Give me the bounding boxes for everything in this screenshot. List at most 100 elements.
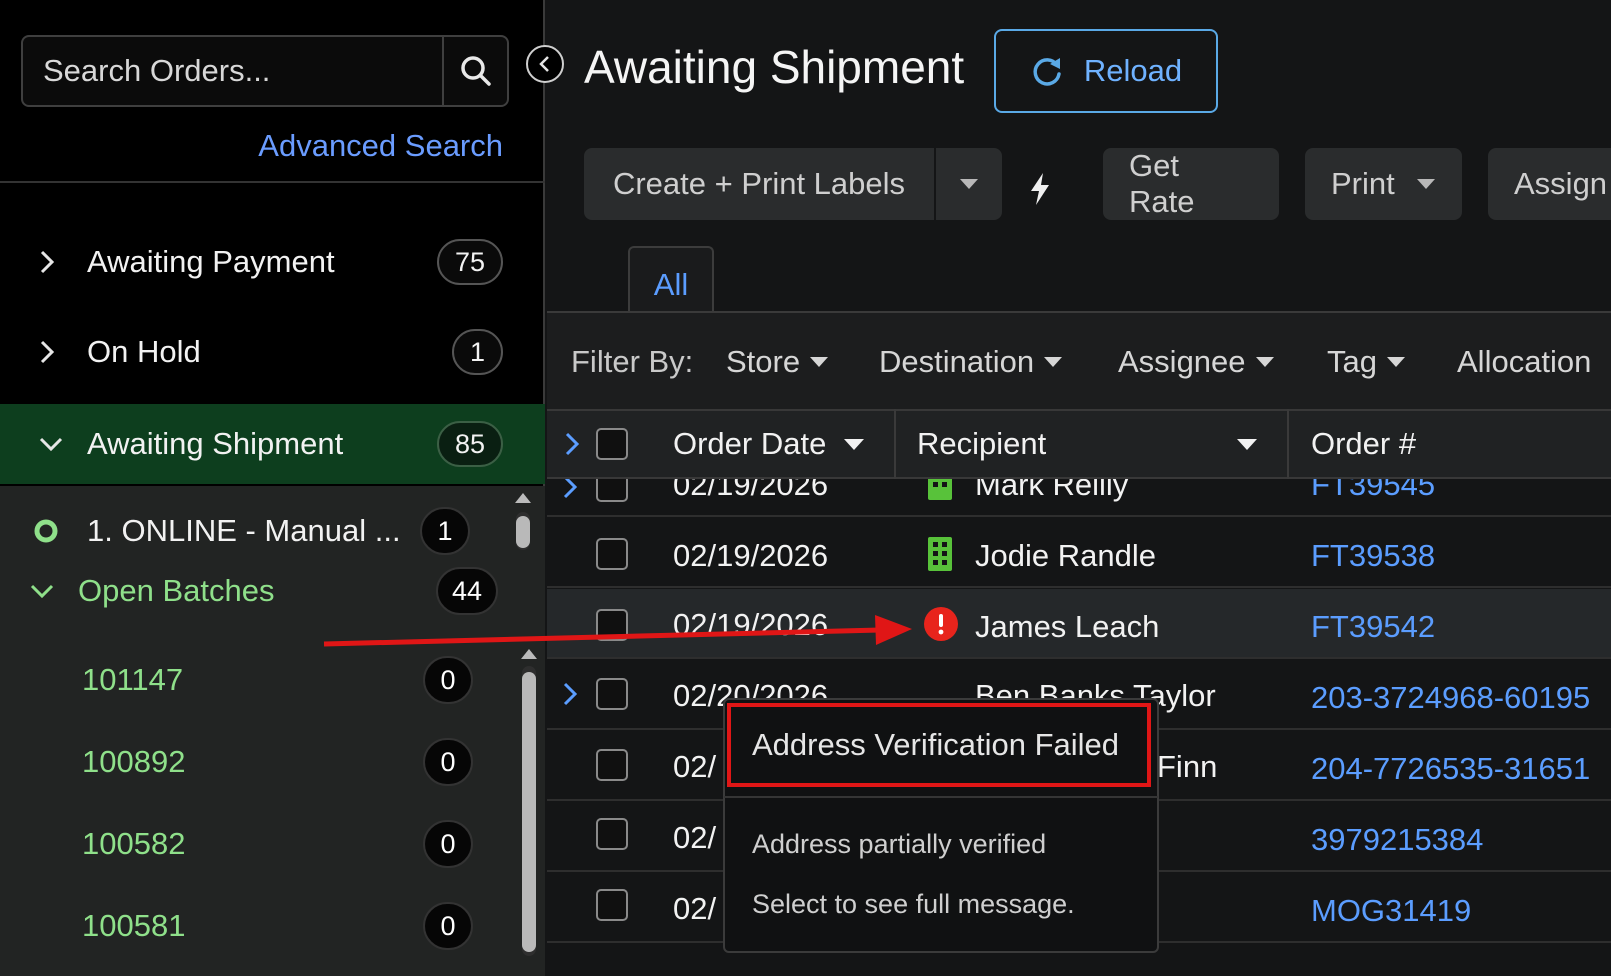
count-badge: 0 bbox=[423, 820, 473, 868]
filter-assignee[interactable]: Assignee bbox=[1118, 344, 1274, 380]
sidebar-item-label: Open Batches bbox=[78, 573, 275, 608]
collapse-sidebar-button[interactable] bbox=[526, 45, 564, 83]
chevron-down-icon bbox=[39, 437, 63, 452]
select-all-checkbox[interactable] bbox=[596, 428, 628, 460]
tooltip-divider bbox=[724, 796, 1158, 798]
reload-button[interactable]: Reload bbox=[994, 29, 1218, 113]
sidebar-item-label: 1. ONLINE - Manual ... bbox=[87, 513, 401, 548]
filter-store[interactable]: Store bbox=[726, 344, 829, 380]
sidebar-subitems: 1. ONLINE - Manual ... 1 Open Batches 44… bbox=[0, 486, 545, 976]
sidebar-item-online-manual[interactable]: 1. ONLINE - Manual ... 1 bbox=[0, 506, 520, 556]
building-icon bbox=[928, 479, 952, 500]
scrollbar-thumb[interactable] bbox=[516, 516, 530, 548]
order-date: 02/ bbox=[673, 749, 717, 784]
page-title: Awaiting Shipment bbox=[584, 41, 965, 93]
count-badge: 44 bbox=[436, 567, 499, 615]
filter-allocation[interactable]: Allocation bbox=[1457, 344, 1591, 380]
order-number-link[interactable]: 203-3724968-60195 bbox=[1311, 680, 1590, 716]
row-checkbox[interactable] bbox=[596, 609, 628, 641]
column-header-recipient[interactable]: Recipient bbox=[917, 409, 1257, 479]
row-checkbox[interactable] bbox=[596, 538, 628, 570]
recipient-name: Mark Reilly bbox=[975, 479, 1129, 502]
sidebar-item-awaiting-payment[interactable]: Awaiting Payment 75 bbox=[0, 222, 545, 302]
caret-down-icon bbox=[1386, 357, 1405, 367]
recipient-name: James Leach bbox=[975, 609, 1160, 644]
filter-label: Filter By: bbox=[571, 344, 694, 379]
sidebar-item-label: Awaiting Payment bbox=[87, 244, 335, 279]
row-checkbox[interactable] bbox=[596, 889, 628, 921]
sidebar: Advanced Search Awaiting Payment 75 On H… bbox=[0, 0, 545, 976]
chevron-right-icon[interactable] bbox=[560, 479, 580, 501]
assign-button[interactable]: Assign bbox=[1488, 148, 1611, 220]
filter-destination[interactable]: Destination bbox=[879, 344, 1063, 380]
create-print-labels-button[interactable]: Create + Print Labels bbox=[584, 148, 936, 220]
chevron-left-icon bbox=[539, 56, 549, 72]
chevron-right-icon[interactable] bbox=[560, 680, 580, 708]
row-checkbox[interactable] bbox=[596, 818, 628, 850]
sidebar-item-open-batches[interactable]: Open Batches 44 bbox=[0, 566, 520, 616]
column-header-order-number[interactable]: Order # bbox=[1311, 409, 1416, 479]
row-checkbox[interactable] bbox=[596, 479, 628, 502]
lightning-icon[interactable] bbox=[1027, 172, 1053, 206]
filter-item-label: Destination bbox=[879, 344, 1035, 379]
order-number-link[interactable]: MOG31419 bbox=[1311, 893, 1471, 929]
tooltip-hint[interactable]: Select to see full message. bbox=[752, 889, 1075, 920]
search-icon bbox=[460, 56, 491, 86]
scroll-up-arrow-icon[interactable] bbox=[520, 648, 538, 660]
order-date: 02/ bbox=[673, 891, 717, 926]
get-rate-button[interactable]: Get Rate bbox=[1103, 148, 1279, 220]
batch-label: 100892 bbox=[82, 744, 186, 779]
advanced-search-link[interactable]: Advanced Search bbox=[258, 128, 503, 164]
filter-tag[interactable]: Tag bbox=[1327, 344, 1405, 380]
order-number-link[interactable]: 3979215384 bbox=[1311, 822, 1483, 858]
caret-down-icon bbox=[1416, 179, 1435, 189]
reload-label: Reload bbox=[1083, 53, 1183, 88]
batch-label: 100582 bbox=[82, 826, 186, 861]
recipient-name: Finn bbox=[1157, 749, 1218, 784]
search-input[interactable] bbox=[23, 37, 442, 105]
caret-down-icon bbox=[1237, 438, 1257, 450]
batch-item[interactable]: 100582 0 bbox=[0, 814, 520, 874]
column-header-label: Recipient bbox=[917, 426, 1047, 461]
scroll-up-arrow-icon[interactable] bbox=[514, 492, 532, 504]
tab-all[interactable]: All bbox=[628, 246, 714, 312]
count-badge: 75 bbox=[436, 239, 503, 285]
filter-bar bbox=[547, 313, 1611, 409]
filter-item-label: Tag bbox=[1327, 344, 1377, 379]
count-badge: 0 bbox=[423, 738, 473, 786]
order-number-link[interactable]: FT39542 bbox=[1311, 609, 1435, 645]
count-badge: 0 bbox=[423, 902, 473, 950]
chevron-right-icon[interactable] bbox=[562, 430, 582, 458]
caret-down-icon bbox=[810, 357, 829, 367]
filter-item-label: Allocation bbox=[1457, 344, 1592, 379]
batch-label: 101147 bbox=[82, 662, 184, 697]
count-badge: 1 bbox=[451, 329, 503, 375]
caret-down-icon bbox=[1255, 357, 1274, 367]
batch-item[interactable]: 101147 0 bbox=[0, 650, 520, 710]
sidebar-item-awaiting-shipment[interactable]: Awaiting Shipment 85 bbox=[0, 404, 545, 484]
column-header-label: Order # bbox=[1311, 426, 1417, 461]
create-print-dropdown-button[interactable] bbox=[936, 179, 1002, 189]
order-number-link[interactable]: 204-7726535-31651 bbox=[1311, 751, 1590, 787]
row-checkbox[interactable] bbox=[596, 678, 628, 710]
error-alert-icon[interactable] bbox=[923, 606, 959, 642]
button-label: Create + Print Labels bbox=[612, 166, 906, 201]
column-header-order-date[interactable]: Order Date bbox=[673, 409, 865, 479]
sidebar-item-on-hold[interactable]: On Hold 1 bbox=[0, 312, 545, 392]
chevron-down-icon bbox=[30, 584, 54, 599]
print-button[interactable]: Print bbox=[1305, 148, 1462, 220]
building-icon bbox=[928, 537, 952, 571]
batch-item[interactable]: 100581 0 bbox=[0, 896, 520, 956]
button-label: Assign bbox=[1514, 166, 1608, 201]
batch-label: 100581 bbox=[82, 908, 186, 943]
batch-item[interactable]: 100892 0 bbox=[0, 732, 520, 792]
scrollbar-thumb[interactable] bbox=[522, 672, 536, 952]
order-date: 02/ bbox=[673, 820, 717, 855]
filter-item-label: Store bbox=[726, 344, 801, 379]
search-button[interactable] bbox=[442, 37, 507, 105]
count-badge: 1 bbox=[420, 507, 470, 555]
sidebar-item-label: On Hold bbox=[87, 334, 201, 369]
order-number-link[interactable]: FT39545 bbox=[1311, 479, 1435, 503]
row-checkbox[interactable] bbox=[596, 749, 628, 781]
order-number-link[interactable]: FT39538 bbox=[1311, 538, 1435, 574]
